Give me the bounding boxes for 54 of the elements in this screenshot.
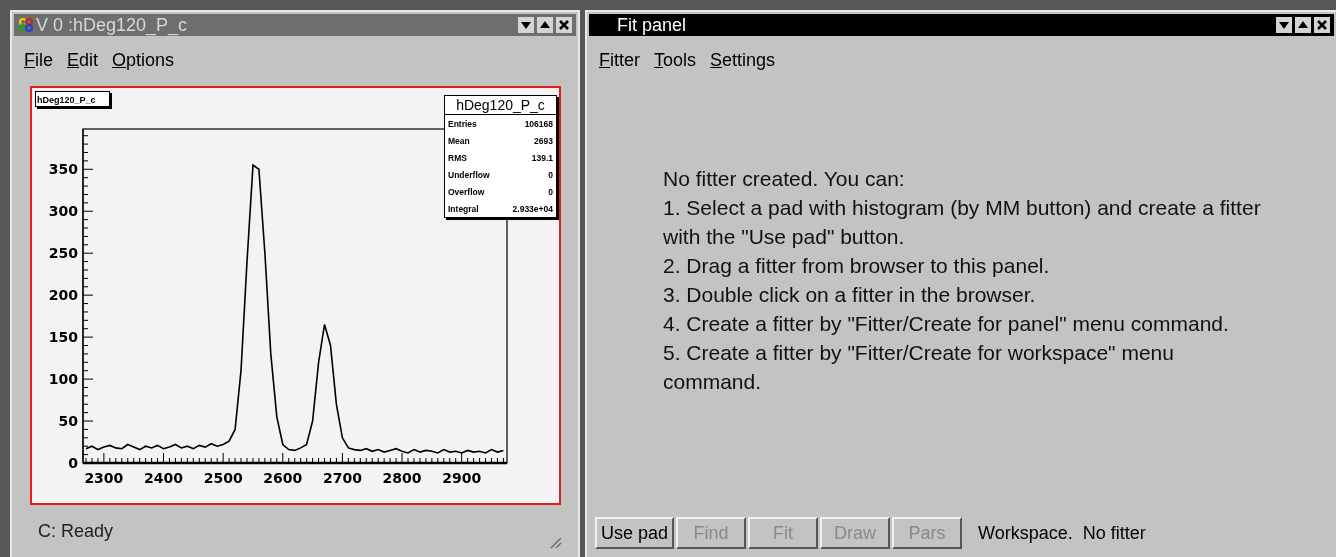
stats-title: hDeg120_P_c	[445, 96, 556, 115]
window-title: V 0 :hDeg120_P_c	[36, 14, 188, 36]
stats-value: 106168	[524, 118, 553, 129]
stats-label: Entries	[448, 118, 477, 129]
minimize-icon[interactable]	[518, 17, 534, 33]
menu-item[interactable]: Options	[112, 49, 175, 71]
tick-label: 2900	[442, 470, 482, 486]
tick-label: 50	[58, 413, 78, 430]
menu-item[interactable]: Tools	[654, 49, 697, 71]
tick-label: 0	[68, 455, 78, 471]
menu-item[interactable]: Fitter	[599, 49, 640, 71]
stats-value: 0	[548, 186, 553, 197]
tick-label: 2300	[84, 470, 124, 486]
tick-label: 2400	[144, 470, 183, 486]
stats-label: Mean	[448, 135, 470, 146]
app-icon	[18, 17, 34, 33]
message-text: 4. Create a fitter by "Fitter/Create for panel" menu command.	[663, 311, 1230, 337]
tick-label: 250	[48, 245, 78, 262]
menu-item[interactable]: File	[24, 49, 53, 71]
tick-label: 200	[48, 287, 78, 304]
histogram-title: hDeg120_P_c	[35, 91, 110, 107]
stats-value: 0	[548, 169, 553, 180]
message-text: No fitter created. You can:	[663, 166, 906, 192]
message-text: 3. Double click on a fitter in the browser.	[663, 282, 1037, 308]
maximize-icon[interactable]	[1295, 17, 1311, 33]
maximize-icon[interactable]	[537, 17, 553, 33]
message-text: 1. Select a pad with histogram (by MM button) and create a fitter with the "Use pad" button.	[663, 195, 1262, 250]
close-icon[interactable]	[556, 17, 572, 33]
close-icon[interactable]	[1314, 17, 1330, 33]
status-text: Workspace. No fitter	[978, 522, 1146, 544]
stats-value: 139.1	[531, 152, 553, 163]
tick-label: 2700	[322, 470, 362, 486]
tick-label: 2800	[382, 470, 422, 486]
stats-label: Integral	[448, 203, 479, 214]
stats-label: Overflow	[448, 186, 485, 197]
window-title: Fit panel	[616, 14, 687, 36]
message-text: 2. Drag a fitter from browser to this panel.	[663, 253, 1051, 279]
stats-label: RMS	[448, 152, 467, 163]
stats-value: 2693	[534, 135, 553, 146]
tick-label: 350	[48, 161, 78, 178]
tick-label: 300	[48, 203, 78, 220]
stats-value: 2.933e+04	[512, 203, 553, 214]
toolbar-button[interactable]: Use pad	[595, 517, 675, 549]
message-text: 5. Create a fitter by "Fitter/Create for workspace" menu command.	[663, 340, 1175, 395]
tick-label: 100	[48, 371, 78, 388]
status-text: C: Ready	[38, 520, 114, 542]
menu-item[interactable]: Settings	[710, 49, 776, 71]
menu-item[interactable]: Edit	[67, 49, 99, 71]
tick-label: 2600	[263, 470, 303, 486]
tick-label: 150	[48, 329, 78, 346]
stats-label: Underflow	[448, 169, 490, 180]
minimize-icon[interactable]	[1276, 17, 1292, 33]
tick-label: 2500	[203, 470, 243, 486]
resize-grip-icon[interactable]	[548, 535, 562, 549]
